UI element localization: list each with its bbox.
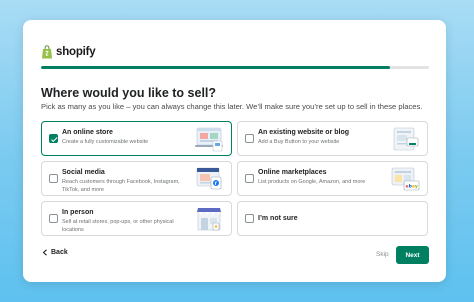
option-not-sure[interactable]: I’m not sure — [237, 201, 428, 236]
onboarding-card: shopify Where would you like to sell? Pi… — [23, 20, 446, 282]
shopify-logo: shopify — [41, 44, 96, 60]
option-description: Reach customers through Facebook, Instag… — [62, 179, 180, 193]
shopify-bag-icon — [42, 45, 52, 59]
progress-bar — [41, 66, 429, 69]
online-store-checkbox[interactable] — [49, 134, 58, 143]
online-marketplaces-checkbox[interactable] — [245, 174, 254, 183]
option-description: Add a Buy Button to your website — [258, 139, 340, 145]
next-button[interactable]: Next — [396, 246, 429, 264]
option-description: Sell at retail stores, pop-ups, or other… — [62, 219, 174, 233]
chevron-left-icon — [42, 249, 47, 256]
progress-bar-fill — [41, 66, 391, 69]
option-in-person[interactable]: In person Sell at retail stores, pop-ups… — [41, 201, 232, 236]
existing-website-checkbox[interactable] — [245, 134, 254, 143]
option-online-marketplaces[interactable]: Online marketplaces List products on Goo… — [237, 161, 428, 196]
back-button[interactable]: Back — [42, 249, 68, 256]
option-existing-website[interactable]: An existing website or blog Add a Buy Bu… — [237, 121, 428, 156]
in-person-illustration-icon — [197, 208, 221, 231]
in-person-checkbox[interactable] — [49, 214, 58, 223]
not-sure-checkbox[interactable] — [245, 214, 254, 223]
skip-button[interactable]: Skip — [376, 251, 389, 258]
option-social-media[interactable]: Social media Reach customers through Fac… — [41, 161, 232, 196]
option-title: An existing website or blog — [258, 129, 350, 136]
option-title: Online marketplaces — [258, 169, 327, 176]
social-media-checkbox[interactable] — [49, 174, 58, 183]
svg-text:f: f — [215, 181, 217, 187]
option-title: In person — [62, 209, 94, 216]
option-title: Social media — [62, 169, 105, 176]
option-title: I’m not sure — [258, 215, 298, 222]
online-store-illustration-icon — [195, 127, 223, 152]
option-online-store[interactable]: An online store Create a fully customiza… — [41, 121, 232, 156]
page-title: Where would you like to sell? — [41, 86, 217, 100]
shopify-wordmark: shopify — [56, 46, 96, 58]
option-title: An online store — [62, 129, 113, 136]
page-subtitle: Pick as many as you like – you can alway… — [41, 102, 423, 111]
option-description: Create a fully customizable website — [62, 139, 149, 145]
marketplaces-illustration-icon: ebay — [391, 167, 420, 191]
back-button-label: Back — [51, 249, 68, 256]
website-illustration-icon — [393, 127, 419, 151]
social-media-illustration-icon: f — [196, 167, 222, 190]
option-description: List products on Google, Amazon, and mor… — [258, 179, 366, 185]
svg-text:ebay: ebay — [406, 184, 418, 190]
